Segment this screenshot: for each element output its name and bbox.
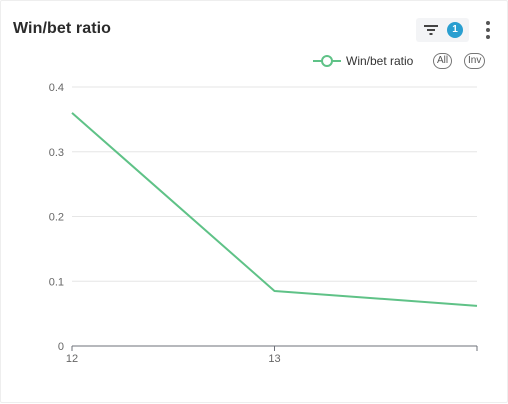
legend-line-circle-icon [313,55,341,67]
legend-item-win-bet-ratio[interactable]: Win/bet ratio [313,51,428,71]
filter-count-badge: 1 [447,22,463,38]
more-vertical-icon [486,28,490,32]
filter-icon [424,25,438,35]
x-tick-label: 13 [268,353,280,365]
y-tick-label: 0 [58,341,64,353]
y-tick-label: 0.4 [49,82,64,94]
line-chart: 0 0.1 0.2 0.3 0.4 12 13 [49,82,478,365]
more-options-button[interactable] [481,19,495,41]
more-vertical-icon [486,21,490,25]
card-title: Win/bet ratio [13,20,112,37]
filter-button[interactable]: 1 [416,18,469,42]
series-line-win-bet-ratio [71,112,478,307]
more-vertical-icon [486,35,490,39]
y-tick-label: 0.2 [49,212,64,224]
legend-label: Win/bet ratio [346,54,414,68]
x-tick-label: 12 [66,353,78,365]
y-tick-label: 0.3 [49,147,64,159]
chart-card: Win/bet ratio 1 Win/bet ratio All Inv 00… [0,0,508,403]
y-tick-label: 0.1 [49,276,64,288]
card-header: Win/bet ratio 1 [1,1,507,59]
legend-select-all-button[interactable]: All [433,53,453,69]
legend-inverse-button[interactable]: Inv [464,53,486,69]
